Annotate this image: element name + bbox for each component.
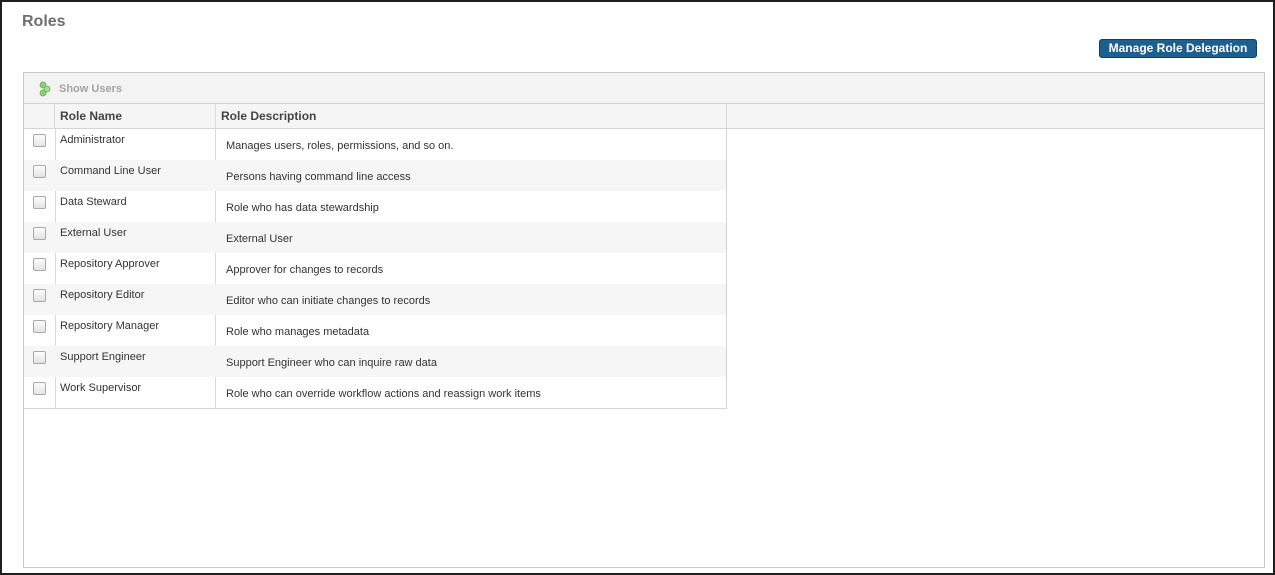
roles-panel: Show Users Role Name Role Description Ad… xyxy=(23,72,1265,568)
table-row[interactable]: Administrator Manages users, roles, permi… xyxy=(24,129,726,160)
role-description-cell: Editor who can initiate changes to recor… xyxy=(226,295,431,307)
role-name-cell: Repository Editor xyxy=(60,289,145,301)
role-name-cell: External User xyxy=(60,227,127,239)
table-row[interactable]: Support Engineer Support Engineer who can… xyxy=(24,346,726,377)
header-select-column xyxy=(24,104,55,129)
table-row[interactable]: Repository Editor Editor who can initiate… xyxy=(24,284,726,315)
role-description-cell: Role who has data stewardship xyxy=(226,202,379,214)
role-description-cell: Approver for changes to records xyxy=(226,264,384,276)
role-description-cell: External User xyxy=(226,233,293,245)
toolbar: Show Users xyxy=(24,73,1264,104)
show-users-button[interactable]: Show Users xyxy=(38,80,122,98)
row-checkbox[interactable] xyxy=(33,134,46,147)
table-row[interactable]: Repository Approver Approver for changes … xyxy=(24,253,726,284)
row-checkbox[interactable] xyxy=(33,196,46,209)
row-checkbox[interactable] xyxy=(33,227,46,240)
role-name-cell: Work Supervisor xyxy=(60,382,142,394)
role-description-cell: Role who manages metadata xyxy=(226,326,370,338)
role-description-cell: Role who can override workflow actions a… xyxy=(226,388,541,400)
role-name-cell: Support Engineer xyxy=(60,351,146,363)
roles-window: Roles Manage Role Delegation Show Users … xyxy=(0,0,1275,575)
table-row[interactable]: Command Line User Persons having command … xyxy=(24,160,726,191)
role-description-cell: Manages users, roles, permissions, and s… xyxy=(226,140,454,152)
role-name-cell: Administrator xyxy=(60,134,125,146)
row-checkbox[interactable] xyxy=(33,351,46,364)
table-header: Role Name Role Description xyxy=(24,104,1264,129)
roles-table-body: Administrator Manages users, roles, permi… xyxy=(24,129,727,409)
header-role-name[interactable]: Role Name xyxy=(55,104,216,129)
role-description-cell: Persons having command line access xyxy=(226,171,411,183)
show-users-label: Show Users xyxy=(59,83,122,95)
role-name-cell: Command Line User xyxy=(60,165,161,177)
role-name-cell: Repository Approver xyxy=(60,258,160,270)
table-row[interactable]: External User External User xyxy=(24,222,726,253)
row-checkbox[interactable] xyxy=(33,289,46,302)
table-row[interactable]: Repository Manager Role who manages metad… xyxy=(24,315,726,346)
row-checkbox[interactable] xyxy=(33,320,46,333)
page-title: Roles xyxy=(22,13,66,30)
row-checkbox[interactable] xyxy=(33,382,46,395)
row-checkbox[interactable] xyxy=(33,165,46,178)
role-name-cell: Repository Manager xyxy=(60,320,160,332)
role-name-cell: Data Steward xyxy=(60,196,127,208)
row-checkbox[interactable] xyxy=(33,258,46,271)
header-role-description[interactable]: Role Description xyxy=(216,104,727,129)
table-row[interactable]: Work Supervisor Role who can override wor… xyxy=(24,377,726,408)
manage-role-delegation-button[interactable]: Manage Role Delegation xyxy=(1099,39,1257,58)
users-icon xyxy=(38,81,52,97)
table-row[interactable]: Data Steward Role who has data stewardshi… xyxy=(24,191,726,222)
role-description-cell: Support Engineer who can inquire raw dat… xyxy=(226,357,437,369)
